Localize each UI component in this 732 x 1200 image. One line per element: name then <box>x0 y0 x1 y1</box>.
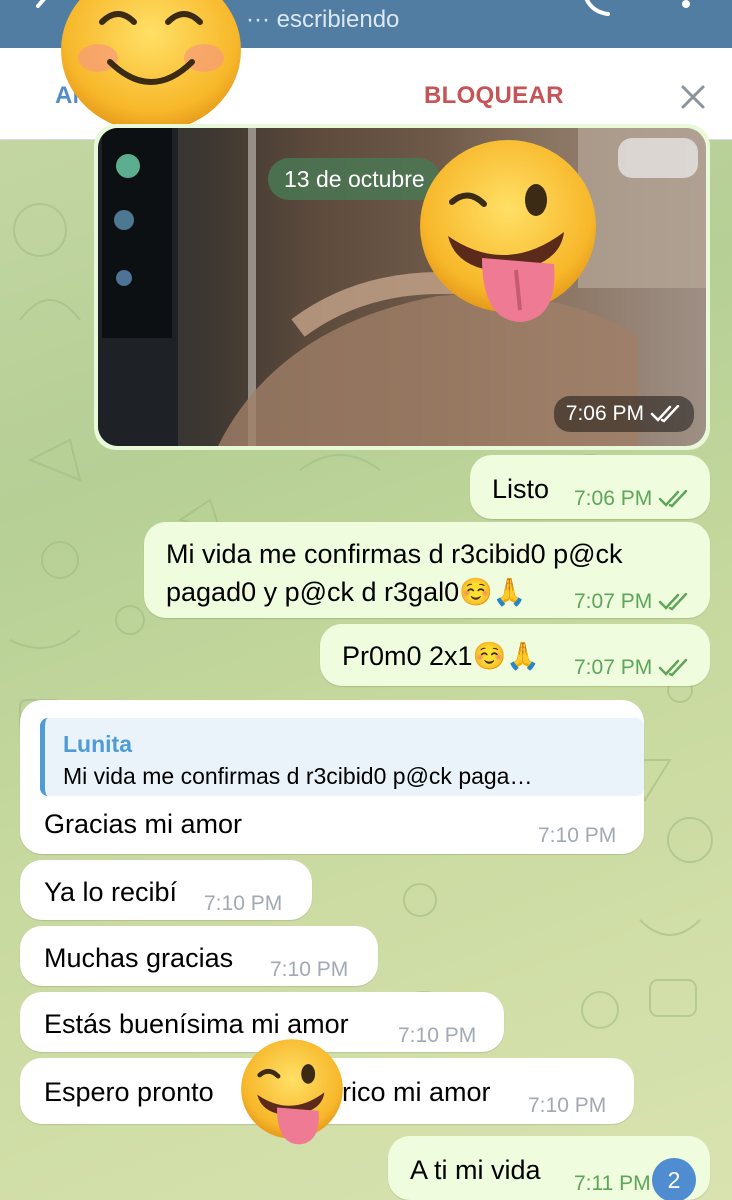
message-meta: 7:07 PM <box>574 584 690 620</box>
media-time-text: 7:06 PM <box>565 402 644 425</box>
date-pill: 13 de octubre <box>268 158 440 200</box>
message-time: 7:10 PM <box>528 1094 607 1117</box>
message-out[interactable]: Mi vida me confirmas d r3cibid0 p@ck pag… <box>144 522 710 618</box>
phone-icon[interactable] <box>582 0 616 18</box>
message-time: 7:10 PM <box>270 958 349 981</box>
message-meta: 7:11 PM <box>574 1166 651 1200</box>
winking-tongue-face-sticker <box>420 140 596 322</box>
message-text-line2: pagad0 y p@ck d r3gal0☺️🙏 <box>166 577 527 607</box>
message-text: Ya lo recibí <box>44 877 178 907</box>
message-text: A ti mi vida <box>410 1155 541 1185</box>
double-check-icon <box>658 593 688 611</box>
message-text: Estás buenísima mi amor <box>44 1009 349 1039</box>
message-time: 7:11 PM <box>574 1172 651 1195</box>
smiling-face-sticker <box>61 0 241 130</box>
message-out[interactable]: Listo 7:06 PM <box>470 455 710 519</box>
message-meta: 7:10 PM <box>528 1088 606 1124</box>
message-meta: 7:10 PM <box>398 1018 476 1054</box>
message-time: 7:10 PM <box>204 892 283 915</box>
message-time: 7:10 PM <box>538 824 617 847</box>
unread-count-badge[interactable]: 2 <box>652 1158 696 1200</box>
message-text-line1: Mi vida me confirmas d r3cibid0 p@ck <box>166 539 623 569</box>
message-meta: 7:07 PM <box>574 650 690 686</box>
message-in[interactable]: Ya lo recibí 7:10 PM <box>20 860 312 920</box>
message-time: 7:07 PM <box>574 590 653 613</box>
double-check-icon <box>658 659 688 677</box>
message-in[interactable]: Muchas gracias 7:10 PM <box>20 926 378 986</box>
back-arrow-icon[interactable] <box>30 0 60 20</box>
double-check-icon <box>658 490 688 508</box>
message-meta: 7:06 PM <box>574 481 690 517</box>
reply-author: Lunita <box>63 731 132 757</box>
message-time: 7:06 PM <box>574 487 653 510</box>
message-out[interactable]: Pr0m0 2x1☺️🙏 7:07 PM <box>320 624 710 686</box>
message-text-start: Espero pronto <box>44 1077 214 1107</box>
message-text: Pr0m0 2x1☺️🙏 <box>342 641 540 671</box>
close-icon[interactable] <box>680 84 706 110</box>
winking-tongue-face-sticker <box>241 1039 343 1145</box>
block-button[interactable]: BLOQUEAR <box>424 82 564 110</box>
message-text: Listo <box>492 474 550 504</box>
reply-text: Mi vida me confirmas d r3cibid0 p@ck pag… <box>63 763 533 789</box>
double-check-icon <box>650 405 680 423</box>
message-text: Muchas gracias <box>44 943 234 973</box>
message-time: 7:10 PM <box>398 1024 477 1047</box>
reply-preview[interactable]: Lunita Mi vida me confirmas d r3cibid0 p… <box>40 718 644 796</box>
message-text-end: rico mi amor <box>342 1077 491 1107</box>
message-in[interactable]: Lunita Mi vida me confirmas d r3cibid0 p… <box>20 700 644 854</box>
media-timestamp: 7:06 PM <box>553 396 694 432</box>
message-time: 7:07 PM <box>574 656 653 679</box>
message-meta: 7:10 PM <box>538 818 616 854</box>
message-meta: 7:10 PM <box>270 952 348 988</box>
typing-status: ··· escribiendo <box>246 6 400 33</box>
message-text: Gracias mi amor <box>44 809 243 839</box>
more-vert-icon[interactable] <box>676 0 696 16</box>
message-meta: 7:10 PM <box>204 886 282 922</box>
